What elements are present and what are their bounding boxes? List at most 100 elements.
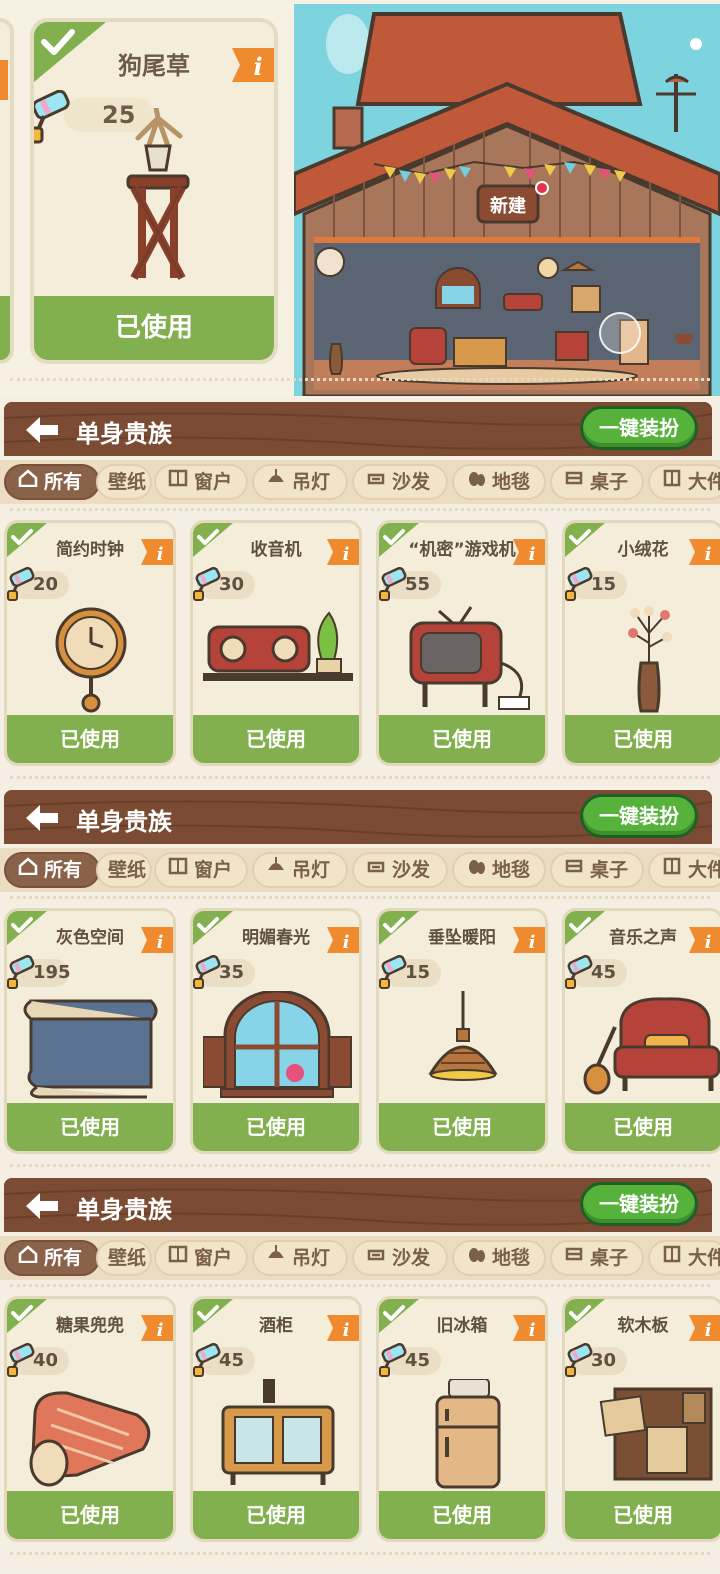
item-card[interactable]: 小绒花 i 15 已使用 xyxy=(562,520,720,766)
tab-icon xyxy=(662,465,682,497)
tab-0[interactable]: 所有 xyxy=(4,852,100,888)
tab-icon xyxy=(366,853,386,885)
tab-1[interactable]: 壁纸 xyxy=(96,464,152,500)
tab-label: 所有 xyxy=(44,471,83,493)
info-icon[interactable]: i xyxy=(685,537,720,567)
tab-label: 窗户 xyxy=(194,859,233,881)
tab-2[interactable]: 窗户 xyxy=(154,1240,248,1276)
tab-2[interactable]: 窗户 xyxy=(154,464,248,500)
used-status: 已使用 xyxy=(379,1491,545,1539)
tab-5[interactable]: 地毯 xyxy=(452,852,546,888)
radio-art xyxy=(203,603,353,713)
tab-2[interactable]: 窗户 xyxy=(154,852,248,888)
tab-5[interactable]: 地毯 xyxy=(452,464,546,500)
tab-4[interactable]: 沙发 xyxy=(352,464,448,500)
one-key-dress-button[interactable]: 一键装扮 xyxy=(580,794,698,838)
tab-1[interactable]: 壁纸 xyxy=(96,852,152,888)
wallpaper-art xyxy=(17,991,167,1101)
svg-text:i: i xyxy=(705,544,712,565)
item-card[interactable]: “机密”游戏机 i 55 已使用 xyxy=(376,520,548,766)
divider xyxy=(10,378,710,381)
svg-text:i: i xyxy=(157,932,164,953)
info-icon[interactable]: i xyxy=(509,537,545,567)
tab-4[interactable]: 沙发 xyxy=(352,1240,448,1276)
info-icon[interactable]: i xyxy=(137,1313,173,1343)
tab-6[interactable]: 桌子 xyxy=(550,1240,644,1276)
tab-7[interactable]: 大件 xyxy=(648,464,720,500)
back-arrow-icon[interactable] xyxy=(24,1191,60,1221)
category-tabs: 所有 壁纸 窗户 吊灯 沙发 地毯 桌子 大件 xyxy=(0,460,720,504)
tab-label: 沙发 xyxy=(392,859,431,881)
info-icon[interactable]: i xyxy=(323,925,359,955)
tab-3[interactable]: 吊灯 xyxy=(252,852,348,888)
info-icon[interactable]: i xyxy=(509,1313,545,1343)
used-status: 已使用 xyxy=(565,1491,720,1539)
item-card[interactable]: 收音机 i 30 已使用 xyxy=(190,520,362,766)
selected-item-card[interactable]: 狗尾草 i 25 已使用 xyxy=(30,18,278,364)
tab-label: 桌子 xyxy=(590,1247,629,1269)
tab-label: 地毯 xyxy=(492,1247,531,1269)
tab-3[interactable]: 吊灯 xyxy=(252,1240,348,1276)
back-arrow-icon[interactable] xyxy=(24,415,60,445)
info-icon[interactable]: i xyxy=(323,537,359,567)
paint-roller-icon xyxy=(7,954,37,989)
item-card[interactable]: 灰色空间 i 195 已使用 xyxy=(4,908,176,1154)
tab-1[interactable]: 壁纸 xyxy=(96,1240,152,1276)
paint-roller-icon xyxy=(379,954,409,989)
tab-icon xyxy=(466,853,486,885)
info-icon[interactable]: i xyxy=(323,1313,359,1343)
info-icon[interactable]: i xyxy=(137,537,173,567)
new-build-sign: 新建 xyxy=(490,195,526,217)
tab-0[interactable]: 所有 xyxy=(4,1240,100,1276)
tab-label: 桌子 xyxy=(590,471,629,493)
tab-4[interactable]: 沙发 xyxy=(352,852,448,888)
back-arrow-icon[interactable] xyxy=(24,803,60,833)
panel-header: 单身贵族 一键装扮 xyxy=(4,402,712,456)
one-key-dress-button[interactable]: 一键装扮 xyxy=(580,1182,698,1226)
tab-icon xyxy=(564,465,584,497)
tab-label: 壁纸 xyxy=(108,1247,147,1269)
info-icon[interactable]: i xyxy=(137,925,173,955)
previous-item-card[interactable] xyxy=(0,18,14,364)
tab-icon xyxy=(266,465,286,497)
tab-label: 吊灯 xyxy=(292,471,331,493)
tab-6[interactable]: 桌子 xyxy=(550,852,644,888)
tab-5[interactable]: 地毯 xyxy=(452,1240,546,1276)
tab-label: 沙发 xyxy=(392,471,431,493)
item-card[interactable]: 酒柜 i 45 已使用 xyxy=(190,1296,362,1542)
one-key-dress-button[interactable]: 一键装扮 xyxy=(580,406,698,450)
info-icon[interactable]: i xyxy=(685,1313,720,1343)
item-card[interactable]: 音乐之声 i 45 已使用 xyxy=(562,908,720,1154)
item-card[interactable]: 旧冰箱 i 45 已使用 xyxy=(376,1296,548,1542)
item-card[interactable]: 软木板 i 30 已使用 xyxy=(562,1296,720,1542)
item-card[interactable]: 糖果兜兜 i 40 已使用 xyxy=(4,1296,176,1542)
panel-title: 单身贵族 xyxy=(76,420,172,448)
item-card[interactable]: 简约时钟 i 20 已使用 xyxy=(4,520,176,766)
tv-art xyxy=(389,603,539,713)
tab-7[interactable]: 大件 xyxy=(648,852,720,888)
tab-7[interactable]: 大件 xyxy=(648,1240,720,1276)
used-status: 已使用 xyxy=(565,1103,720,1151)
bubble-indicator[interactable] xyxy=(599,312,641,354)
divider xyxy=(10,508,710,511)
tab-0[interactable]: 所有 xyxy=(4,464,100,500)
tab-icon xyxy=(662,853,682,885)
item-card[interactable]: 垂坠暖阳 i 15 已使用 xyxy=(376,908,548,1154)
info-icon[interactable]: i xyxy=(509,925,545,955)
paint-roller-icon xyxy=(379,566,409,601)
item-card[interactable]: 明媚春光 i 35 已使用 xyxy=(190,908,362,1154)
used-status: 已使用 xyxy=(565,715,720,763)
divider xyxy=(10,1284,710,1287)
info-icon[interactable]: i xyxy=(685,925,720,955)
tab-icon xyxy=(564,853,584,885)
cabinet-art xyxy=(203,1379,353,1489)
used-status: 已使用 xyxy=(7,715,173,763)
info-icon[interactable]: i xyxy=(226,44,278,86)
tab-icon xyxy=(266,1241,286,1273)
tab-3[interactable]: 吊灯 xyxy=(252,464,348,500)
svg-text:i: i xyxy=(253,52,262,81)
paint-roller-icon xyxy=(379,1342,409,1377)
tab-6[interactable]: 桌子 xyxy=(550,464,644,500)
divider xyxy=(10,1552,710,1555)
svg-text:i: i xyxy=(705,1320,712,1341)
